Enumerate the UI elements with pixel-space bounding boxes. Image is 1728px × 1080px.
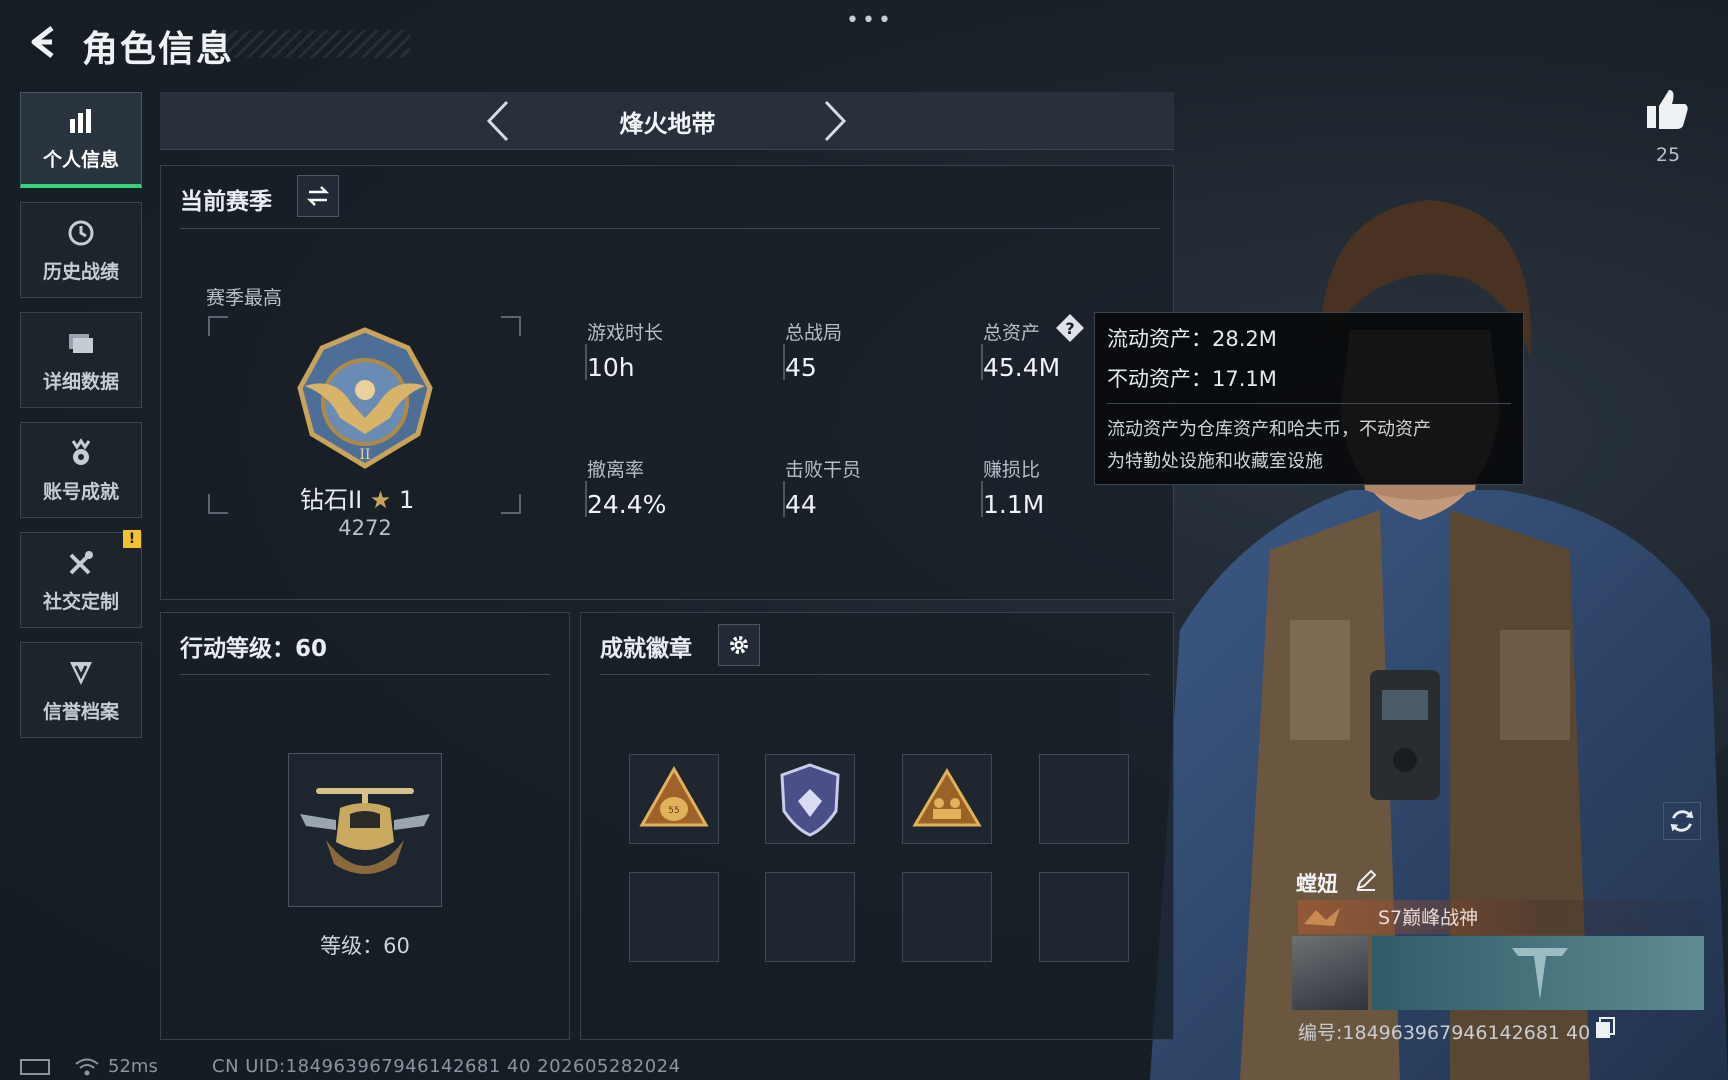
sidebar-item-reputation[interactable]: 信誉档案	[20, 642, 142, 738]
achievement-medal-icon	[71, 437, 91, 465]
shield-diamond-badge-icon	[780, 763, 840, 837]
badge-slot-empty[interactable]	[629, 872, 719, 962]
tooltip-liquid-assets: 流动资产：28.2M	[1107, 327, 1277, 351]
badge-slot[interactable]	[765, 754, 855, 844]
warning-badge: !	[123, 530, 141, 548]
mode-title: 烽火地带	[619, 110, 716, 138]
battery-icon	[20, 1059, 50, 1075]
stat-label-playtime: 游戏时长	[587, 322, 664, 344]
player-id: 编号:184963967946142681 40	[1298, 1022, 1591, 1044]
copy-icon[interactable]	[1594, 1016, 1616, 1040]
svg-text:55: 55	[668, 806, 679, 816]
more-menu-icon[interactable]: •••	[846, 8, 894, 33]
badge-slot[interactable]	[902, 754, 992, 844]
ping-value: 52ms	[108, 1056, 158, 1077]
badge-slot-empty[interactable]	[1039, 872, 1129, 962]
badge-slot-empty[interactable]	[765, 872, 855, 962]
swap-icon	[306, 186, 330, 206]
stat-value-profit-ratio: 1.1M	[983, 490, 1045, 519]
title-decoration	[210, 30, 410, 58]
diamond-rank-emblem-icon: II	[297, 327, 433, 469]
svg-text:II: II	[359, 447, 370, 463]
thumbs-up-icon[interactable]	[1645, 86, 1691, 132]
sidebar-item-label: 个人信息	[42, 149, 119, 171]
help-icon[interactable]: ?	[1055, 313, 1085, 343]
star-icon: ★	[369, 486, 392, 514]
rank-stars: 1	[398, 486, 415, 514]
sidebar-item-label: 信誉档案	[42, 700, 119, 723]
sidebar-item-label: 历史战绩	[42, 260, 119, 283]
tooltip-desc-line-2: 为特勤处设施和收藏室设施	[1107, 451, 1323, 472]
status-icons	[20, 1056, 100, 1077]
svg-text:?: ?	[1065, 319, 1074, 338]
assets-tooltip: 流动资产：28.2M 不动资产：17.1M 流动资产为仓库资产和哈夫币，不动资产…	[1094, 312, 1524, 485]
folder-icon	[69, 333, 93, 353]
sidebar-item-label: 账号成就	[42, 480, 119, 503]
level-divider	[180, 674, 550, 675]
stat-value-extract-rate: 24.4%	[587, 490, 667, 519]
season-divider	[180, 228, 1160, 229]
sidebar-item-personal-info[interactable]: 个人信息	[20, 92, 142, 188]
badge-slot[interactable]: 55	[629, 754, 719, 844]
player-card-thumbnail[interactable]	[1292, 936, 1368, 1010]
helicopter-level-badge-icon	[300, 788, 430, 874]
season-best-label: 赛季最高	[206, 287, 283, 309]
chevron-left-icon[interactable]	[483, 98, 513, 144]
badge-slot-empty[interactable]	[902, 872, 992, 962]
sidebar-item-label: 详细数据	[42, 370, 119, 393]
player-title-strip	[1298, 900, 1704, 934]
tooltip-divider	[1107, 403, 1511, 404]
stat-value-kills: 44	[785, 490, 817, 519]
rank-score: 4272	[338, 516, 392, 540]
level-label: 等级：60	[320, 934, 410, 958]
season-switch-button[interactable]	[297, 175, 339, 217]
like-count: 25	[1655, 144, 1681, 166]
stat-label-profit-ratio: 赚损比	[983, 459, 1041, 481]
badges-title: 成就徽章	[600, 636, 692, 662]
rotate-icon[interactable]	[1663, 802, 1701, 840]
chevron-right-icon[interactable]	[820, 98, 850, 144]
uid-line: CN UID:184963967946142681 40 20260528202…	[212, 1056, 681, 1077]
action-level-title: 行动等级：60	[180, 636, 328, 662]
card-emblem-icon	[1512, 948, 1568, 1000]
rank-name-text: 钻石II	[300, 486, 363, 514]
player-title: S7巅峰战神	[1378, 907, 1479, 929]
player-card-banner[interactable]	[1372, 936, 1704, 1010]
tooltip-desc-line-1: 流动资产为仓库资产和哈夫币，不动资产	[1107, 419, 1431, 440]
sidebar-item-label: 社交定制	[42, 590, 119, 613]
badge-slot-empty[interactable]	[1039, 754, 1129, 844]
season-title: 当前赛季	[180, 189, 272, 215]
squad-badge-icon	[912, 768, 982, 827]
page-title: 角色信息	[82, 29, 235, 70]
edit-pencil-icon[interactable]	[1354, 868, 1378, 892]
stat-label-total-assets: 总资产	[983, 322, 1041, 344]
gear-icon	[730, 636, 748, 654]
stat-value-total-assets: 45.4M	[983, 353, 1061, 382]
stat-label-extract-rate: 撤离率	[587, 459, 645, 481]
player-name: 螳妞	[1296, 872, 1338, 896]
stat-label-total-matches: 总战局	[785, 322, 843, 344]
badges-divider	[600, 674, 1150, 675]
bar-chart-icon	[70, 109, 91, 133]
stat-label-kills: 击败干员	[785, 459, 862, 481]
wifi-icon	[75, 1058, 99, 1076]
badge-settings-button[interactable]	[718, 624, 760, 666]
stat-value-total-matches: 45	[785, 353, 817, 382]
sidebar-item-history[interactable]: 历史战绩	[20, 202, 142, 298]
rank-name: 钻石II ★ 1	[300, 480, 414, 515]
sidebar-item-details[interactable]: 详细数据	[20, 312, 142, 408]
back-arrow-icon[interactable]	[22, 22, 62, 62]
stat-value-playtime: 10h	[587, 353, 635, 382]
history-clock-icon	[68, 220, 94, 245]
sack-badge-icon: 55	[639, 765, 709, 827]
tooltip-fixed-assets: 不动资产：17.1M	[1107, 367, 1277, 391]
sidebar-item-achievements[interactable]: 账号成就	[20, 422, 142, 518]
title-emblem-icon	[1304, 908, 1340, 926]
shield-v-icon	[70, 661, 92, 685]
tools-icon	[69, 550, 93, 574]
